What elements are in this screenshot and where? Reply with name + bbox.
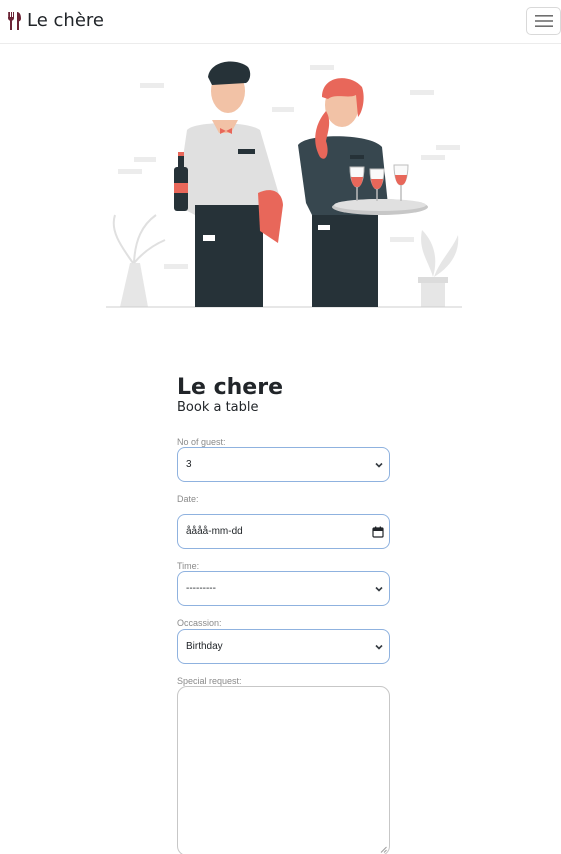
resize-handle-icon[interactable] bbox=[379, 845, 387, 853]
calendar-icon[interactable] bbox=[372, 526, 384, 538]
occasion-label: Occassion: bbox=[177, 618, 222, 628]
page-subtitle: Book a table bbox=[177, 400, 259, 415]
chevron-down-icon bbox=[375, 644, 383, 650]
hamburger-menu-icon bbox=[534, 15, 553, 27]
waitress-figure bbox=[298, 78, 428, 307]
navbar: Le chère bbox=[0, 0, 561, 44]
chevron-down-icon bbox=[375, 586, 383, 592]
special-request-label: Special request: bbox=[177, 676, 242, 686]
time-value: --------- bbox=[186, 583, 216, 594]
brand-link[interactable]: Le chère bbox=[6, 10, 104, 31]
fork-knife-icon bbox=[8, 11, 21, 30]
brand-name: Le chère bbox=[27, 10, 104, 31]
guests-select[interactable]: 3 bbox=[177, 447, 390, 482]
navbar-toggler-button[interactable] bbox=[526, 7, 561, 35]
chevron-down-icon bbox=[375, 462, 383, 468]
date-value: åååå-mm-dd bbox=[186, 526, 243, 537]
date-input[interactable]: åååå-mm-dd bbox=[177, 514, 390, 549]
special-request-textarea[interactable] bbox=[177, 686, 390, 854]
occasion-select[interactable]: Birthday bbox=[177, 629, 390, 664]
guests-label: No of guest: bbox=[177, 437, 226, 447]
hero-illustration bbox=[106, 61, 462, 308]
booking-form: Le chere Book a table No of guest: 3 Dat… bbox=[177, 375, 390, 854]
time-select[interactable]: --------- bbox=[177, 571, 390, 606]
page-title: Le chere bbox=[177, 375, 283, 400]
date-label: Date: bbox=[177, 494, 199, 504]
time-label: Time: bbox=[177, 561, 200, 571]
occasion-value: Birthday bbox=[186, 641, 223, 652]
waiter-figure bbox=[174, 61, 283, 307]
guests-value: 3 bbox=[186, 459, 192, 470]
